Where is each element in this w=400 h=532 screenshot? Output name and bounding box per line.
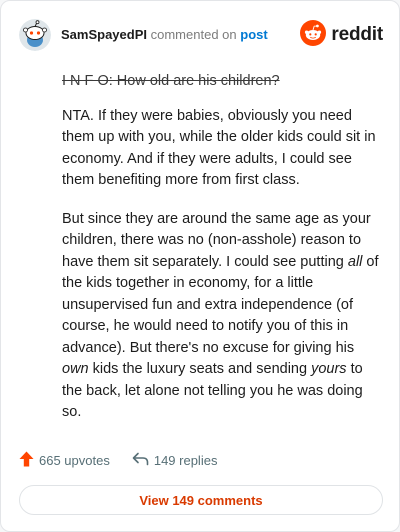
paragraph-2-text-3: kids the luxury seats and sending bbox=[88, 361, 312, 377]
emphasis-own: own bbox=[62, 361, 89, 377]
snoo-avatar-icon[interactable] bbox=[19, 19, 51, 51]
action-text: commented on bbox=[150, 27, 237, 42]
comment-body: I N F O: How old are his children? NTA. … bbox=[62, 71, 380, 441]
comment-card: SamSpayedPI commented on post reddit I N… bbox=[0, 0, 400, 532]
reddit-wordmark: reddit bbox=[331, 24, 383, 45]
paragraph-2-text-1: But since they are around the same age a… bbox=[62, 210, 371, 270]
reply-count: 149 replies bbox=[153, 452, 218, 468]
comment-header: SamSpayedPI commented on post reddit bbox=[19, 19, 383, 51]
reddit-brand[interactable]: reddit bbox=[300, 19, 383, 51]
username-link[interactable]: SamSpayedPI bbox=[61, 27, 147, 42]
comment-actions: 665 upvotes 149 replies bbox=[19, 450, 217, 470]
reddit-logo-icon bbox=[300, 19, 327, 51]
emphasis-yours: yours bbox=[311, 361, 347, 377]
upvote-arrow-icon bbox=[19, 451, 34, 470]
comment-paragraph-2: But since they are around the same age a… bbox=[62, 209, 380, 424]
post-link[interactable]: post bbox=[240, 27, 267, 42]
comment-paragraph-1: NTA. If they were babies, obviously you … bbox=[62, 107, 376, 189]
reply-arrow-icon bbox=[132, 452, 149, 469]
emphasis-all: all bbox=[347, 253, 363, 270]
info-line: I N F O: How old are his children? bbox=[62, 73, 280, 89]
comment-meta: SamSpayedPI commented on post bbox=[61, 27, 268, 43]
upvote-count: 665 upvotes bbox=[39, 452, 110, 468]
upvote-button[interactable]: 665 upvotes bbox=[19, 451, 110, 470]
replies-button[interactable]: 149 replies bbox=[132, 452, 218, 469]
view-comments-button[interactable]: View 149 comments bbox=[19, 485, 383, 515]
